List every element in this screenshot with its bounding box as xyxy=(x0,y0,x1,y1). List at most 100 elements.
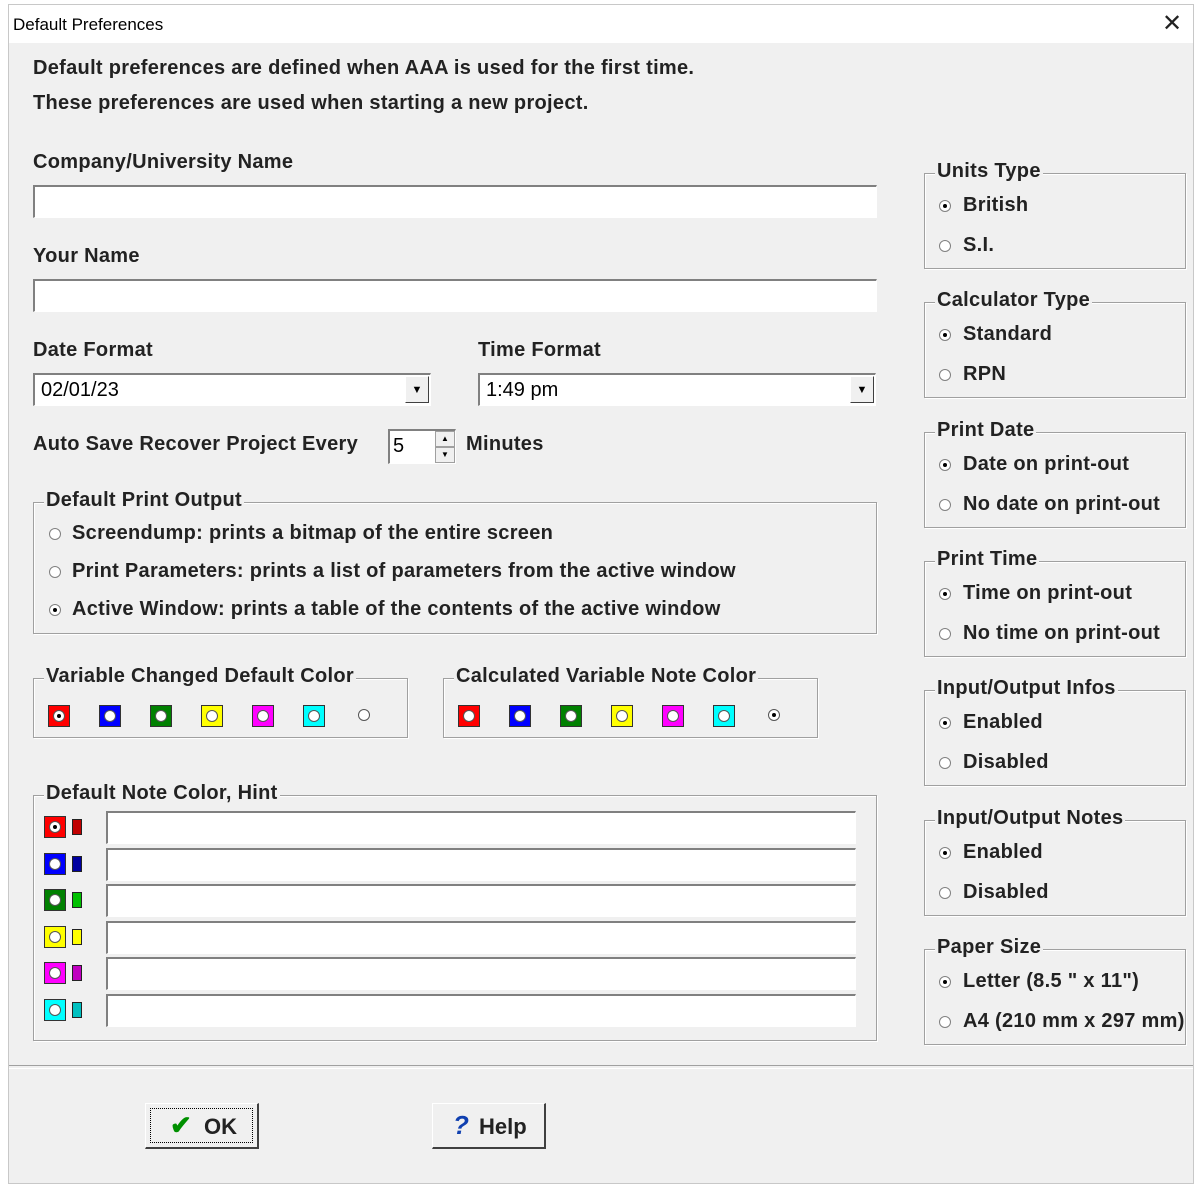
io-notes-radio-1[interactable] xyxy=(939,886,951,899)
note-color-swatch-2[interactable] xyxy=(44,889,66,911)
note-color-swatch-0[interactable] xyxy=(44,816,66,838)
note-hint-legend: Default Note Color, Hint xyxy=(44,782,280,805)
spin-up-icon[interactable]: ▲ xyxy=(435,431,455,447)
var-changed-radio-3[interactable] xyxy=(206,710,218,722)
note-hint-field-1[interactable] xyxy=(106,847,856,881)
io-infos-option-1[interactable]: Disabled xyxy=(963,751,1049,774)
paper-size-option-1[interactable]: A4 (210 mm x 297 mm) xyxy=(963,1010,1185,1033)
focus-rect xyxy=(150,1108,253,1143)
note-hint-field-5[interactable] xyxy=(106,993,856,1027)
print-date-radio-0[interactable] xyxy=(939,458,951,471)
note-color-swatch-4[interactable] xyxy=(44,962,66,984)
chevron-down-icon[interactable]: ▼ xyxy=(850,376,874,403)
var-changed-radio-6[interactable] xyxy=(358,709,370,721)
calculator-type-option-1[interactable]: RPN xyxy=(963,363,1006,386)
calc-note-radio-4[interactable] xyxy=(667,710,679,722)
chevron-down-icon[interactable]: ▼ xyxy=(405,376,429,403)
print-output-radio-1[interactable] xyxy=(49,566,61,578)
io-notes-radio-0[interactable] xyxy=(939,846,951,859)
var-changed-swatch-2[interactable] xyxy=(150,705,172,727)
units-type-option-1[interactable]: S.I. xyxy=(963,234,994,257)
calc-note-radio-3[interactable] xyxy=(616,710,628,722)
time-format-value: 1:49 pm xyxy=(486,379,559,401)
calculator-type-option-0[interactable]: Standard xyxy=(963,323,1052,346)
time-format-select[interactable]: 1:49 pm ▼ xyxy=(478,373,876,406)
date-format-select[interactable]: 02/01/23 ▼ xyxy=(33,373,431,406)
calc-note-swatch-6[interactable] xyxy=(764,705,786,727)
calc-note-swatch-5[interactable] xyxy=(713,705,735,727)
io-notes-option-0[interactable]: Enabled xyxy=(963,841,1043,864)
calculator-type-radio-0[interactable] xyxy=(939,329,951,342)
io-infos-option-0[interactable]: Enabled xyxy=(963,711,1043,734)
note-hint-field-0[interactable] xyxy=(106,811,856,844)
print-time-radio-1[interactable] xyxy=(939,627,951,640)
print-date-option-0[interactable]: Date on print-out xyxy=(963,453,1129,476)
var-changed-radio-4[interactable] xyxy=(257,710,269,722)
print-output-radio-2[interactable] xyxy=(49,604,61,616)
note-color-radio-1[interactable] xyxy=(49,857,61,870)
note-color-swatch-3[interactable] xyxy=(44,925,66,948)
spin-down-icon[interactable]: ▼ xyxy=(435,447,455,463)
note-color-swatch-5[interactable] xyxy=(44,998,66,1021)
units-type-radio-1[interactable] xyxy=(939,240,951,252)
print-output-option-1[interactable]: Print Parameters: prints a list of param… xyxy=(72,560,736,583)
your-name-field[interactable] xyxy=(33,279,877,312)
var-changed-swatch-4[interactable] xyxy=(252,705,274,727)
calc-note-radio-5[interactable] xyxy=(718,710,730,722)
paper-size-group: Paper Size Letter (8.5 " x 11") A4 (210 mm… xyxy=(924,935,1186,1045)
calculator-type-radio-1[interactable] xyxy=(939,369,951,382)
ok-button[interactable]: ✔ OK xyxy=(145,1103,259,1149)
print-output-radio-0[interactable] xyxy=(49,528,61,540)
calc-note-radio-1[interactable] xyxy=(514,710,526,722)
io-infos-radio-1[interactable] xyxy=(939,757,951,770)
units-type-radio-0[interactable] xyxy=(939,200,951,212)
your-name-label: Your Name xyxy=(33,245,140,267)
io-notes-option-1[interactable]: Disabled xyxy=(963,881,1049,904)
paper-size-radio-1[interactable] xyxy=(939,1015,951,1028)
print-time-option-1[interactable]: No time on print-out xyxy=(963,622,1160,645)
note-hint-field-3[interactable] xyxy=(106,920,856,954)
calc-note-swatch-1[interactable] xyxy=(509,705,531,727)
var-changed-radio-0[interactable] xyxy=(53,710,65,722)
io-infos-radio-0[interactable] xyxy=(939,717,951,730)
note-color-radio-2[interactable] xyxy=(49,894,61,906)
note-color-swatch-1[interactable] xyxy=(44,852,66,875)
print-output-option-2[interactable]: Active Window: prints a table of the con… xyxy=(72,598,721,621)
note-hint-field-2[interactable] xyxy=(106,884,856,917)
print-time-radio-0[interactable] xyxy=(939,587,951,600)
close-icon[interactable]: ✕ xyxy=(1157,9,1187,39)
calc-note-swatch-2[interactable] xyxy=(560,705,582,727)
calc-note-swatch-4[interactable] xyxy=(662,705,684,727)
note-icon xyxy=(72,928,82,945)
note-color-radio-4[interactable] xyxy=(49,967,61,979)
calc-note-radio-2[interactable] xyxy=(565,710,577,722)
var-changed-swatch-6[interactable] xyxy=(354,705,376,727)
var-changed-radio-2[interactable] xyxy=(155,710,167,722)
note-hint-field-4[interactable] xyxy=(106,957,856,990)
print-output-option-0[interactable]: Screendump: prints a bitmap of the entir… xyxy=(72,522,553,545)
var-changed-radio-1[interactable] xyxy=(104,710,116,722)
var-changed-swatch-0[interactable] xyxy=(48,705,70,727)
note-color-radio-0[interactable] xyxy=(49,821,61,833)
calc-note-radio-6[interactable] xyxy=(768,709,780,721)
autosave-stepper[interactable]: 5 ▲ ▼ xyxy=(388,429,456,464)
var-changed-swatch-1[interactable] xyxy=(99,705,121,727)
calculator-type-legend: Calculator Type xyxy=(935,289,1093,313)
company-name-field[interactable] xyxy=(33,185,877,218)
note-color-radio-5[interactable] xyxy=(49,1003,61,1016)
help-button[interactable]: ? Help xyxy=(432,1103,546,1149)
print-time-option-0[interactable]: Time on print-out xyxy=(963,582,1132,605)
calc-note-radio-0[interactable] xyxy=(463,710,475,722)
var-changed-swatch-5[interactable] xyxy=(303,705,325,727)
calc-note-color-legend: Calculated Variable Note Color xyxy=(454,665,759,688)
var-changed-radio-5[interactable] xyxy=(308,710,320,722)
note-color-radio-3[interactable] xyxy=(49,930,61,943)
print-date-option-1[interactable]: No date on print-out xyxy=(963,493,1160,516)
paper-size-radio-0[interactable] xyxy=(939,975,951,988)
calc-note-swatch-0[interactable] xyxy=(458,705,480,727)
paper-size-option-0[interactable]: Letter (8.5 " x 11") xyxy=(963,970,1139,993)
units-type-option-0[interactable]: British xyxy=(963,194,1028,217)
calc-note-swatch-3[interactable] xyxy=(611,705,633,727)
print-date-radio-1[interactable] xyxy=(939,498,951,511)
var-changed-swatch-3[interactable] xyxy=(201,705,223,727)
